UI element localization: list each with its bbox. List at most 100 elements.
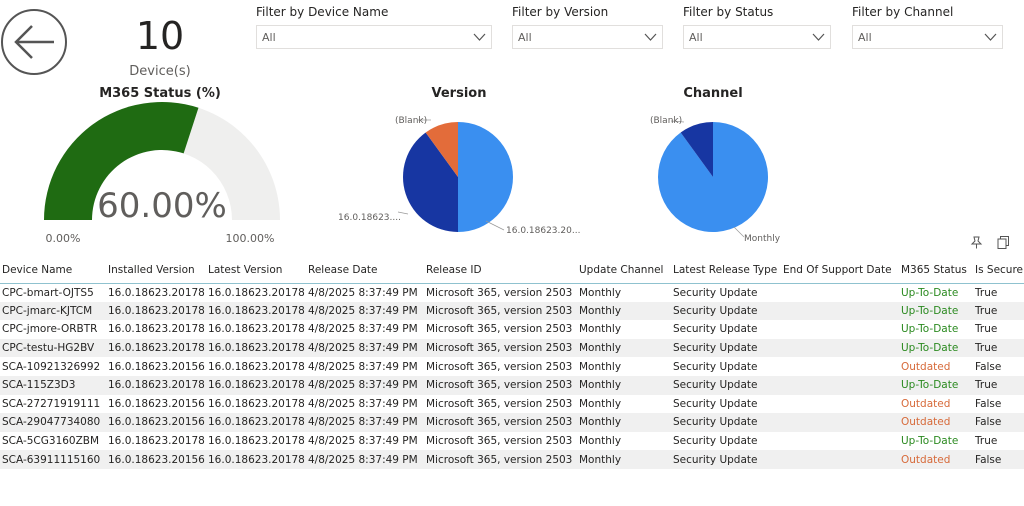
cell-latest-release-type: Security Update	[671, 450, 781, 469]
cell-update-channel: Monthly	[577, 338, 671, 358]
gauge-min-label: 0.00%	[46, 232, 81, 245]
filter-version: Filter by Version All	[512, 5, 663, 49]
table-row[interactable]: SCA-115Z3D3 16.0.18623.20178 16.0.18623.20…	[0, 375, 1024, 395]
cell-latest-version: 16.0.18623.20178	[208, 323, 305, 336]
column-header-end-of-support-date[interactable]: End Of Support Date	[781, 258, 899, 284]
chevron-down-icon	[812, 33, 825, 41]
filter-version-value: All	[518, 31, 532, 44]
cell-update-channel: Monthly	[579, 435, 622, 448]
version-slice-label-1: 16.0.18623.20...	[506, 226, 580, 236]
column-header-latest-version[interactable]: Latest Version	[206, 258, 306, 284]
cell-latest-version: 16.0.18623.20178	[208, 435, 305, 448]
cell-device-name: SCA-27271919111	[2, 397, 101, 410]
column-header-latest-release-type[interactable]: Latest Release Type	[671, 258, 781, 284]
filter-status: Filter by Status All	[683, 5, 831, 49]
cell-is-secure: False	[975, 360, 1002, 373]
table-row[interactable]: SCA-63911115160 16.0.18623.20156 16.0.1862…	[0, 450, 1024, 469]
chevron-down-icon	[644, 33, 657, 41]
cell-is-secure: True	[973, 301, 1024, 321]
cell-device-name: SCA-5CG3160ZBM	[2, 435, 100, 448]
cell-latest-release-type: Security Update	[671, 338, 781, 358]
cell-is-secure: True	[975, 435, 998, 448]
cell-device-name: CPC-jmarc-KJTCM	[0, 301, 106, 321]
gauge-title: M365 Status (%)	[99, 86, 221, 101]
cell-is-secure: True	[975, 323, 998, 336]
cell-latest-release-type: Security Update	[671, 301, 781, 321]
version-chart-title: Version	[431, 86, 487, 101]
cell-release-id: Microsoft 365, version 2503	[426, 323, 573, 336]
cell-release-id: Microsoft 365, version 2503	[426, 360, 573, 373]
column-header-is-secure[interactable]: Is Secure	[973, 258, 1024, 284]
column-header-device-name[interactable]: Device Name	[0, 258, 106, 284]
cell-release-id: Microsoft 365, version 2503	[426, 435, 573, 448]
cell-latest-version: 16.0.18623.20178	[206, 301, 306, 321]
cell-installed-version: 16.0.18623.20178	[106, 301, 206, 321]
cell-m365-status: Outdated	[899, 450, 973, 469]
table-row[interactable]: CPC-testu-HG2BV 16.0.18623.20178 16.0.1862…	[0, 338, 1024, 358]
cell-installed-version: 16.0.18623.20178	[106, 338, 206, 358]
cell-m365-status: Up-To-Date	[899, 338, 973, 358]
filter-status-title: Filter by Status	[683, 5, 774, 19]
cell-device-name: SCA-29047734080	[0, 413, 106, 432]
table-row[interactable]: SCA-5CG3160ZBM 16.0.18623.20178 16.0.18623…	[0, 432, 1024, 451]
cell-latest-release-type: Security Update	[673, 286, 758, 299]
cell-m365-status: Up-To-Date	[901, 435, 959, 448]
cell-is-secure: True	[973, 338, 1024, 358]
cell-release-id: Microsoft 365, version 2503	[426, 286, 573, 299]
column-header-installed-version[interactable]: Installed Version	[106, 258, 206, 284]
version-pie-chart[interactable]: 16.0.18623.... (Blank) 16.0.18623.20...	[320, 104, 590, 240]
cell-end-of-support-date	[781, 357, 899, 376]
cell-latest-release-type: Security Update	[673, 323, 758, 336]
channel-slice-label-1: Monthly	[744, 234, 781, 244]
device-count-value: 10	[135, 14, 185, 58]
cell-release-date: 4/8/2025 8:37:49 PM	[306, 338, 424, 358]
device-count-label: Device(s)	[129, 64, 191, 79]
column-header-release-id[interactable]: Release ID	[424, 258, 577, 284]
cell-release-date: 4/8/2025 8:37:49 PM	[308, 435, 418, 448]
table-row[interactable]: SCA-10921326992 16.0.18623.20156 16.0.1862…	[0, 357, 1024, 376]
copy-icon[interactable]	[997, 236, 1010, 249]
cell-latest-version: 16.0.18623.20178	[206, 375, 306, 395]
cell-release-id: Microsoft 365, version 2503	[424, 450, 577, 469]
cell-release-id: Microsoft 365, version 2503	[424, 413, 577, 432]
cell-is-secure: True	[973, 375, 1024, 395]
column-header-release-date[interactable]: Release Date	[306, 258, 424, 284]
back-button[interactable]	[0, 8, 68, 76]
cell-device-name: CPC-jmore-ORBTR	[2, 323, 98, 336]
cell-is-secure: True	[975, 286, 998, 299]
cell-end-of-support-date	[781, 301, 899, 321]
device-count-card: 10 Device(s)	[100, 14, 220, 79]
cell-release-date: 4/8/2025 8:37:49 PM	[306, 450, 424, 469]
cell-m365-status: Up-To-Date	[901, 286, 959, 299]
table-row[interactable]: CPC-jmore-ORBTR 16.0.18623.20178 16.0.1862…	[0, 320, 1024, 339]
table-row[interactable]: SCA-27271919111 16.0.18623.20156 16.0.1862…	[0, 395, 1024, 414]
cell-update-channel: Monthly	[577, 375, 671, 395]
cell-release-date: 4/8/2025 8:37:49 PM	[306, 413, 424, 432]
cell-end-of-support-date	[781, 283, 899, 302]
filter-channel-dropdown[interactable]: All	[852, 25, 1003, 49]
cell-m365-status: Outdated	[899, 413, 973, 432]
table-header-row: Device Name Installed Version Latest Versi…	[0, 258, 1024, 284]
cell-end-of-support-date	[781, 320, 899, 339]
m365-status-gauge[interactable]: 60.00% 0.00% 100.00%	[30, 102, 294, 254]
filter-version-dropdown[interactable]: All	[512, 25, 663, 49]
table-row[interactable]: SCA-29047734080 16.0.18623.20156 16.0.1862…	[0, 413, 1024, 432]
filter-status-value: All	[689, 31, 703, 44]
filter-status-dropdown[interactable]: All	[683, 25, 831, 49]
arrow-left-icon	[1, 9, 67, 75]
cell-end-of-support-date	[781, 375, 899, 395]
table-row[interactable]: CPC-bmart-OJTS5 16.0.18623.20178 16.0.1862…	[0, 283, 1024, 302]
cell-installed-version: 16.0.18623.20156	[106, 413, 206, 432]
filter-device-name-dropdown[interactable]: All	[256, 25, 492, 49]
cell-latest-version: 16.0.18623.20178	[208, 286, 305, 299]
table-row[interactable]: CPC-jmarc-KJTCM 16.0.18623.20178 16.0.1862…	[0, 301, 1024, 321]
pin-icon[interactable]	[970, 236, 983, 249]
version-slice-1[interactable]	[458, 122, 513, 232]
filter-device-name-title: Filter by Device Name	[256, 5, 389, 19]
cell-latest-version: 16.0.18623.20178	[208, 397, 305, 410]
cell-latest-release-type: Security Update	[673, 435, 758, 448]
cell-device-name: SCA-115Z3D3	[0, 375, 106, 395]
column-header-m365-status[interactable]: M365 Status	[899, 258, 973, 284]
channel-pie-chart[interactable]: (Blank) Monthly	[640, 104, 810, 248]
column-header-update-channel[interactable]: Update Channel	[577, 258, 671, 284]
